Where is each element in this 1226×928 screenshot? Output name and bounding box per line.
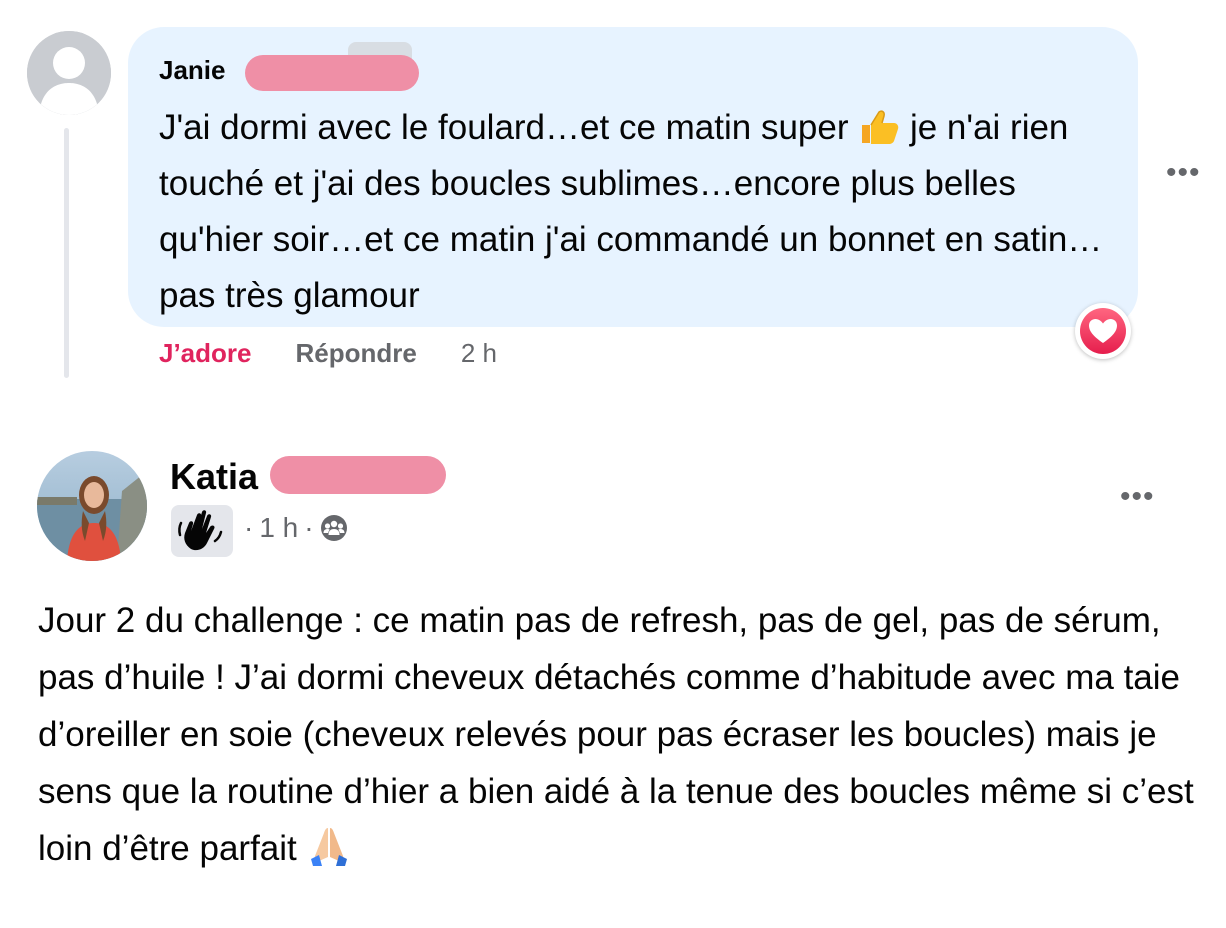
commenter-name[interactable]: Janie [159,55,226,86]
waving-hand-icon [178,510,223,551]
profile-photo [37,451,147,561]
post-more-button[interactable]: ••• [1120,480,1155,514]
post-timestamp[interactable]: 1 h [259,512,298,544]
redacted-surname [270,456,446,494]
comment-actions: J’adore Répondre 2 h [159,338,497,369]
meta-separator: · [304,512,314,543]
comment-timestamp[interactable]: 2 h [461,338,497,369]
comment-text-start: J'ai dormi avec le foulard…et ce matin s… [159,108,849,147]
redacted-surname [245,55,419,91]
comment-text: J'ai dormi avec le foulard…et ce matin s… [159,100,1119,324]
meta-separator: · [244,512,254,543]
post-text-body: Jour 2 du challenge : ce matin pas de re… [38,601,1194,868]
heart-icon [1089,319,1117,343]
waving-hand-badge[interactable] [171,505,233,557]
commenter-avatar[interactable] [27,31,111,115]
post-meta: · 1 h · [244,512,348,544]
reply-button[interactable]: Répondre [296,338,417,369]
post-text: Jour 2 du challenge : ce matin pas de re… [38,592,1208,877]
poster-avatar[interactable] [37,451,147,561]
comment-more-button[interactable]: ••• [1166,156,1201,190]
thumbs-up-icon [862,110,899,144]
poster-name[interactable]: Katia [170,456,258,498]
folded-hands-icon [310,828,347,866]
love-button[interactable]: J’adore [159,338,252,369]
group-icon [320,515,347,541]
love-reaction[interactable] [1075,303,1131,359]
thread-line [64,128,69,378]
default-profile-icon [27,31,111,115]
